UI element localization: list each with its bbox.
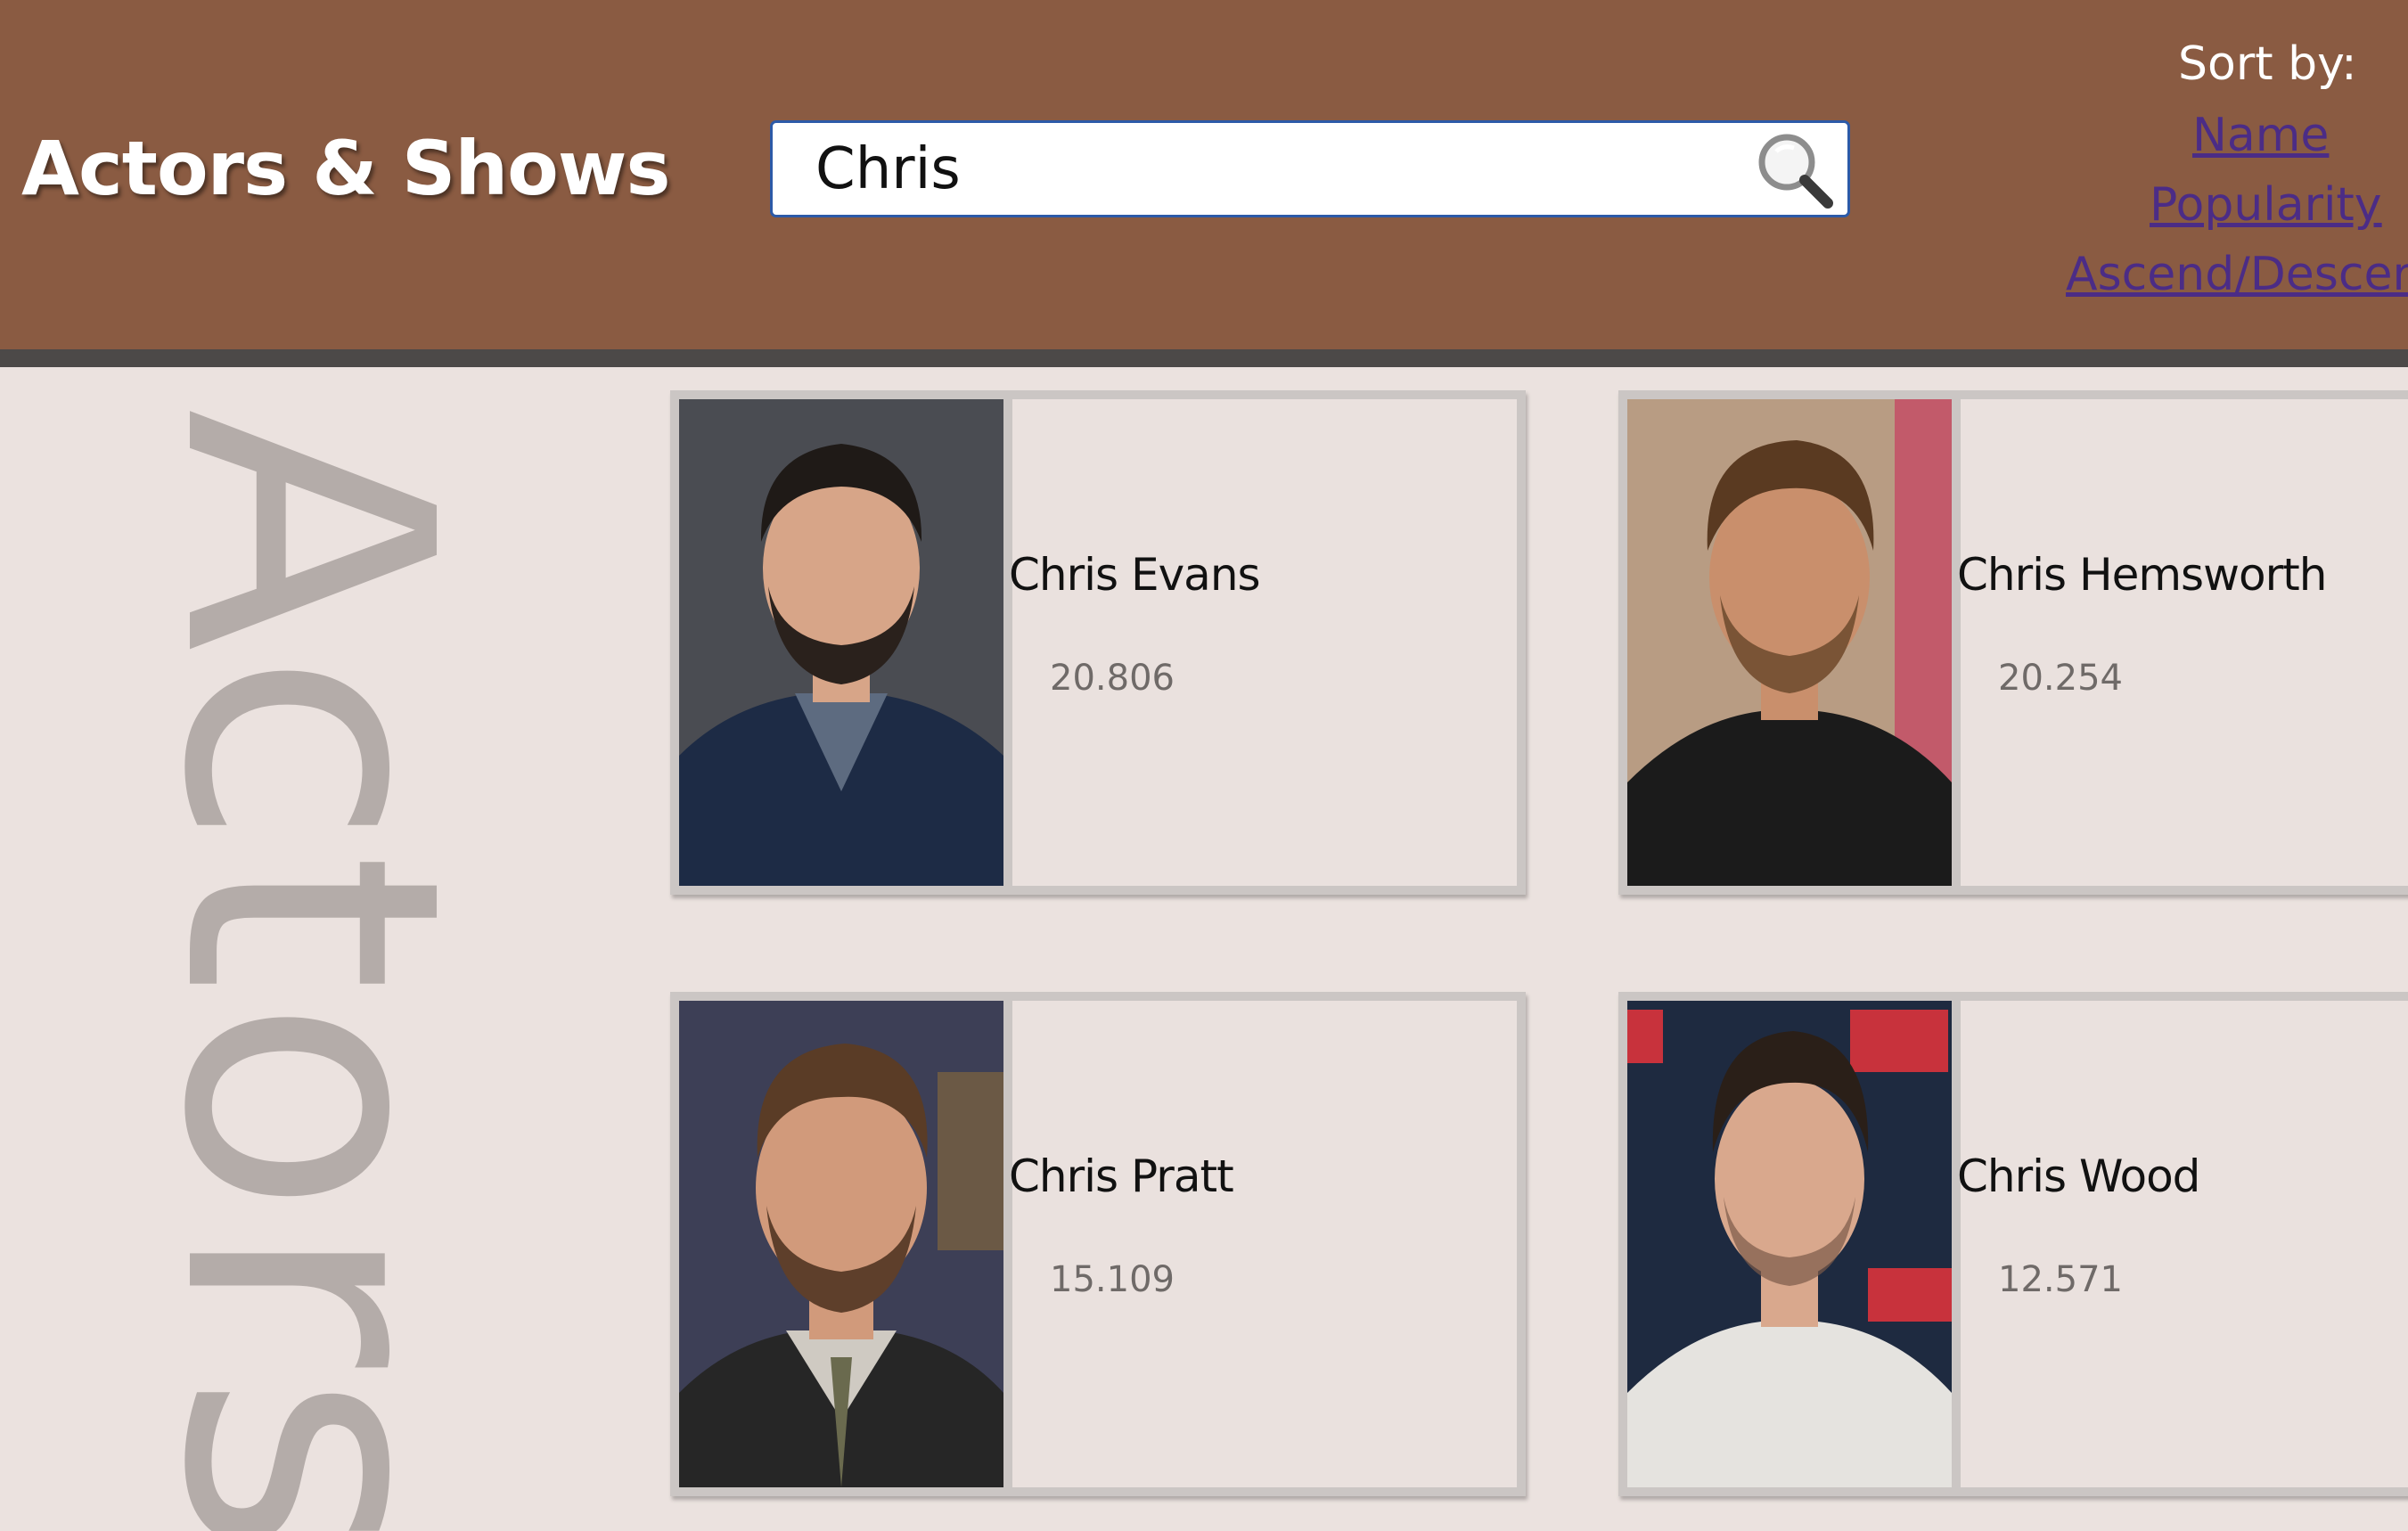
section-label-text: Actors xyxy=(169,408,437,1531)
actor-card[interactable]: Chris Evans 20.806 xyxy=(670,390,1526,895)
actor-photo xyxy=(1627,399,1952,886)
search-button[interactable] xyxy=(1749,127,1839,212)
card-divider xyxy=(1003,399,1012,886)
search-input[interactable] xyxy=(815,123,1707,215)
card-divider xyxy=(1952,399,1961,886)
app-header: Actors & Shows Sort by: Name Popularity … xyxy=(0,0,2408,367)
actor-card[interactable]: Chris Pratt 15.109 xyxy=(670,992,1526,1496)
actor-photo xyxy=(679,1001,1003,1487)
actor-popularity: 20.254 xyxy=(1998,658,2123,699)
actor-name: Chris Hemsworth xyxy=(1957,549,2327,601)
sort-by-label: Sort by: xyxy=(2178,37,2357,91)
actor-photo xyxy=(679,399,1003,886)
actor-card[interactable]: Chris Hemsworth 20.254 xyxy=(1618,390,2408,895)
sort-panel: Sort by: Name Popularity Ascend/Descer xyxy=(2050,27,2408,312)
card-divider xyxy=(1003,1001,1012,1487)
card-divider xyxy=(1952,1001,1961,1487)
actor-name: Chris Pratt xyxy=(1009,1150,1234,1202)
sort-ascend-descend-link[interactable]: Ascend/Descer xyxy=(2066,248,2408,301)
actor-photo xyxy=(1627,1001,1952,1487)
actor-card[interactable]: Chris Wood 12.571 xyxy=(1618,992,2408,1496)
actor-name: Chris Evans xyxy=(1009,549,1261,601)
sort-by-popularity-link[interactable]: Popularity xyxy=(2150,178,2382,232)
site-title: Actors & Shows xyxy=(21,125,670,212)
search-box xyxy=(770,120,1850,217)
sort-by-name-link[interactable]: Name xyxy=(2192,109,2329,162)
search-icon xyxy=(1758,134,1833,209)
actor-popularity: 20.806 xyxy=(1050,658,1175,699)
actor-name: Chris Wood xyxy=(1957,1150,2200,1202)
actor-popularity: 12.571 xyxy=(1998,1259,2123,1300)
section-label-actors: Actors xyxy=(169,408,437,1531)
actor-popularity: 15.109 xyxy=(1050,1259,1175,1300)
